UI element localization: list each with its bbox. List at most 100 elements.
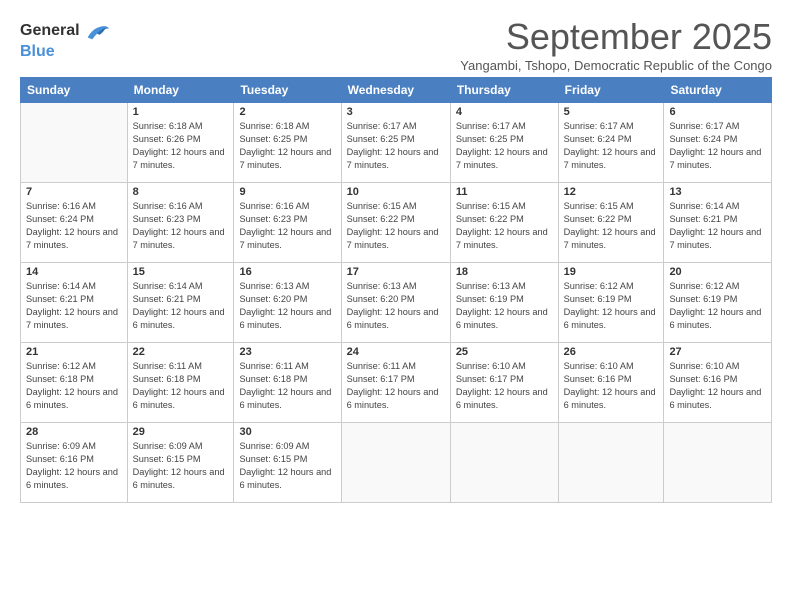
calendar-cell: 6 Sunrise: 6:17 AM Sunset: 6:24 PM Daylig… xyxy=(664,103,772,183)
day-info: Sunrise: 6:13 AM Sunset: 6:20 PM Dayligh… xyxy=(239,280,335,332)
calendar-cell: 5 Sunrise: 6:17 AM Sunset: 6:24 PM Daylig… xyxy=(558,103,664,183)
calendar-table: SundayMondayTuesdayWednesdayThursdayFrid… xyxy=(20,77,772,503)
calendar-week-row: 21 Sunrise: 6:12 AM Sunset: 6:18 PM Dayli… xyxy=(21,343,772,423)
day-info: Sunrise: 6:15 AM Sunset: 6:22 PM Dayligh… xyxy=(456,200,553,252)
day-info: Sunrise: 6:17 AM Sunset: 6:24 PM Dayligh… xyxy=(564,120,659,172)
day-info: Sunrise: 6:10 AM Sunset: 6:17 PM Dayligh… xyxy=(456,360,553,412)
day-number: 20 xyxy=(669,266,766,278)
calendar-cell: 26Sunrise: 6:10 AM Sunset: 6:16 PM Dayli… xyxy=(558,343,664,423)
day-number: 21 xyxy=(26,346,122,358)
calendar-header-tuesday: Tuesday xyxy=(234,78,341,103)
calendar-cell: 20 Sunrise: 6:12 AM Sunset: 6:19 PM Dayli… xyxy=(664,263,772,343)
day-number: 3 xyxy=(347,106,445,118)
day-info: Sunrise: 6:12 AM Sunset: 6:19 PM Dayligh… xyxy=(564,280,659,332)
calendar-header-saturday: Saturday xyxy=(664,78,772,103)
day-number: 19 xyxy=(564,266,659,278)
day-number: 15 xyxy=(133,266,229,278)
day-number: 5 xyxy=(564,106,659,118)
day-number: 24 xyxy=(347,346,445,358)
calendar-cell: 8 Sunrise: 6:16 AM Sunset: 6:23 PM Daylig… xyxy=(127,183,234,263)
calendar-cell: 4 Sunrise: 6:17 AM Sunset: 6:25 PM Daylig… xyxy=(450,103,558,183)
calendar-cell xyxy=(21,103,128,183)
calendar-header-row: SundayMondayTuesdayWednesdayThursdayFrid… xyxy=(21,78,772,103)
calendar-week-row: 14 Sunrise: 6:14 AM Sunset: 6:21 PM Dayli… xyxy=(21,263,772,343)
calendar-cell: 21 Sunrise: 6:12 AM Sunset: 6:18 PM Dayli… xyxy=(21,343,128,423)
day-info: Sunrise: 6:09 AM Sunset: 6:16 PM Dayligh… xyxy=(26,440,122,492)
calendar-cell: 23 Sunrise: 6:11 AM Sunset: 6:18 PM Dayli… xyxy=(234,343,341,423)
calendar-cell: 15Sunrise: 6:14 AM Sunset: 6:21 PM Dayli… xyxy=(127,263,234,343)
day-info: Sunrise: 6:15 AM Sunset: 6:22 PM Dayligh… xyxy=(347,200,445,252)
day-info: Sunrise: 6:15 AM Sunset: 6:22 PM Dayligh… xyxy=(564,200,659,252)
calendar-cell: 2Sunrise: 6:18 AM Sunset: 6:25 PM Daylig… xyxy=(234,103,341,183)
day-info: Sunrise: 6:13 AM Sunset: 6:20 PM Dayligh… xyxy=(347,280,445,332)
day-info: Sunrise: 6:10 AM Sunset: 6:16 PM Dayligh… xyxy=(669,360,766,412)
calendar-cell: 7 Sunrise: 6:16 AM Sunset: 6:24 PM Daylig… xyxy=(21,183,128,263)
day-number: 10 xyxy=(347,186,445,198)
page: General Blue September 2025 Yangambi, Ts… xyxy=(0,0,792,612)
day-number: 16 xyxy=(239,266,335,278)
calendar-cell: 11Sunrise: 6:15 AM Sunset: 6:22 PM Dayli… xyxy=(450,183,558,263)
day-number: 7 xyxy=(26,186,122,198)
day-info: Sunrise: 6:17 AM Sunset: 6:25 PM Dayligh… xyxy=(347,120,445,172)
calendar-header-thursday: Thursday xyxy=(450,78,558,103)
calendar-cell: 30 Sunrise: 6:09 AM Sunset: 6:15 PM Dayli… xyxy=(234,423,341,503)
day-number: 29 xyxy=(133,426,229,438)
subtitle: Yangambi, Tshopo, Democratic Republic of… xyxy=(460,58,772,73)
day-number: 6 xyxy=(669,106,766,118)
calendar-cell: 17Sunrise: 6:13 AM Sunset: 6:20 PM Dayli… xyxy=(341,263,450,343)
day-info: Sunrise: 6:17 AM Sunset: 6:24 PM Dayligh… xyxy=(669,120,766,172)
header: General Blue September 2025 Yangambi, Ts… xyxy=(20,16,772,73)
calendar-header-monday: Monday xyxy=(127,78,234,103)
calendar-cell xyxy=(450,423,558,503)
logo-text: General Blue xyxy=(20,20,111,61)
calendar-cell: 16 Sunrise: 6:13 AM Sunset: 6:20 PM Dayli… xyxy=(234,263,341,343)
calendar-cell: 12Sunrise: 6:15 AM Sunset: 6:22 PM Dayli… xyxy=(558,183,664,263)
day-info: Sunrise: 6:14 AM Sunset: 6:21 PM Dayligh… xyxy=(26,280,122,332)
calendar-cell: 29 Sunrise: 6:09 AM Sunset: 6:15 PM Dayli… xyxy=(127,423,234,503)
day-info: Sunrise: 6:16 AM Sunset: 6:24 PM Dayligh… xyxy=(26,200,122,252)
calendar-week-row: 7 Sunrise: 6:16 AM Sunset: 6:24 PM Daylig… xyxy=(21,183,772,263)
day-info: Sunrise: 6:11 AM Sunset: 6:18 PM Dayligh… xyxy=(133,360,229,412)
calendar-cell: 9Sunrise: 6:16 AM Sunset: 6:23 PM Daylig… xyxy=(234,183,341,263)
calendar-cell: 25Sunrise: 6:10 AM Sunset: 6:17 PM Dayli… xyxy=(450,343,558,423)
calendar-week-row: 28 Sunrise: 6:09 AM Sunset: 6:16 PM Dayli… xyxy=(21,423,772,503)
day-info: Sunrise: 6:17 AM Sunset: 6:25 PM Dayligh… xyxy=(456,120,553,172)
logo-bird-icon xyxy=(83,20,111,42)
calendar-cell: 24 Sunrise: 6:11 AM Sunset: 6:17 PM Dayli… xyxy=(341,343,450,423)
day-number: 4 xyxy=(456,106,553,118)
day-info: Sunrise: 6:09 AM Sunset: 6:15 PM Dayligh… xyxy=(239,440,335,492)
day-number: 2 xyxy=(239,106,335,118)
day-number: 23 xyxy=(239,346,335,358)
logo-line2: Blue xyxy=(20,42,111,61)
calendar-cell: 14 Sunrise: 6:14 AM Sunset: 6:21 PM Dayli… xyxy=(21,263,128,343)
calendar-cell: 13 Sunrise: 6:14 AM Sunset: 6:21 PM Dayli… xyxy=(664,183,772,263)
day-info: Sunrise: 6:11 AM Sunset: 6:18 PM Dayligh… xyxy=(239,360,335,412)
day-number: 30 xyxy=(239,426,335,438)
day-number: 8 xyxy=(133,186,229,198)
day-info: Sunrise: 6:14 AM Sunset: 6:21 PM Dayligh… xyxy=(669,200,766,252)
calendar-cell: 18 Sunrise: 6:13 AM Sunset: 6:19 PM Dayli… xyxy=(450,263,558,343)
day-info: Sunrise: 6:13 AM Sunset: 6:19 PM Dayligh… xyxy=(456,280,553,332)
title-block: September 2025 Yangambi, Tshopo, Democra… xyxy=(460,16,772,73)
day-info: Sunrise: 6:10 AM Sunset: 6:16 PM Dayligh… xyxy=(564,360,659,412)
calendar-cell: 19 Sunrise: 6:12 AM Sunset: 6:19 PM Dayli… xyxy=(558,263,664,343)
logo: General Blue xyxy=(20,20,111,61)
calendar-cell: 1 Sunrise: 6:18 AM Sunset: 6:26 PM Daylig… xyxy=(127,103,234,183)
day-info: Sunrise: 6:09 AM Sunset: 6:15 PM Dayligh… xyxy=(133,440,229,492)
day-info: Sunrise: 6:12 AM Sunset: 6:19 PM Dayligh… xyxy=(669,280,766,332)
calendar-cell: 3 Sunrise: 6:17 AM Sunset: 6:25 PM Daylig… xyxy=(341,103,450,183)
day-info: Sunrise: 6:16 AM Sunset: 6:23 PM Dayligh… xyxy=(133,200,229,252)
calendar-header-sunday: Sunday xyxy=(21,78,128,103)
day-number: 1 xyxy=(133,106,229,118)
calendar-cell: 27Sunrise: 6:10 AM Sunset: 6:16 PM Dayli… xyxy=(664,343,772,423)
month-title: September 2025 xyxy=(460,16,772,58)
calendar-cell xyxy=(341,423,450,503)
day-number: 18 xyxy=(456,266,553,278)
day-info: Sunrise: 6:12 AM Sunset: 6:18 PM Dayligh… xyxy=(26,360,122,412)
day-info: Sunrise: 6:18 AM Sunset: 6:26 PM Dayligh… xyxy=(133,120,229,172)
calendar-cell xyxy=(558,423,664,503)
day-number: 28 xyxy=(26,426,122,438)
day-info: Sunrise: 6:11 AM Sunset: 6:17 PM Dayligh… xyxy=(347,360,445,412)
day-number: 14 xyxy=(26,266,122,278)
day-number: 13 xyxy=(669,186,766,198)
